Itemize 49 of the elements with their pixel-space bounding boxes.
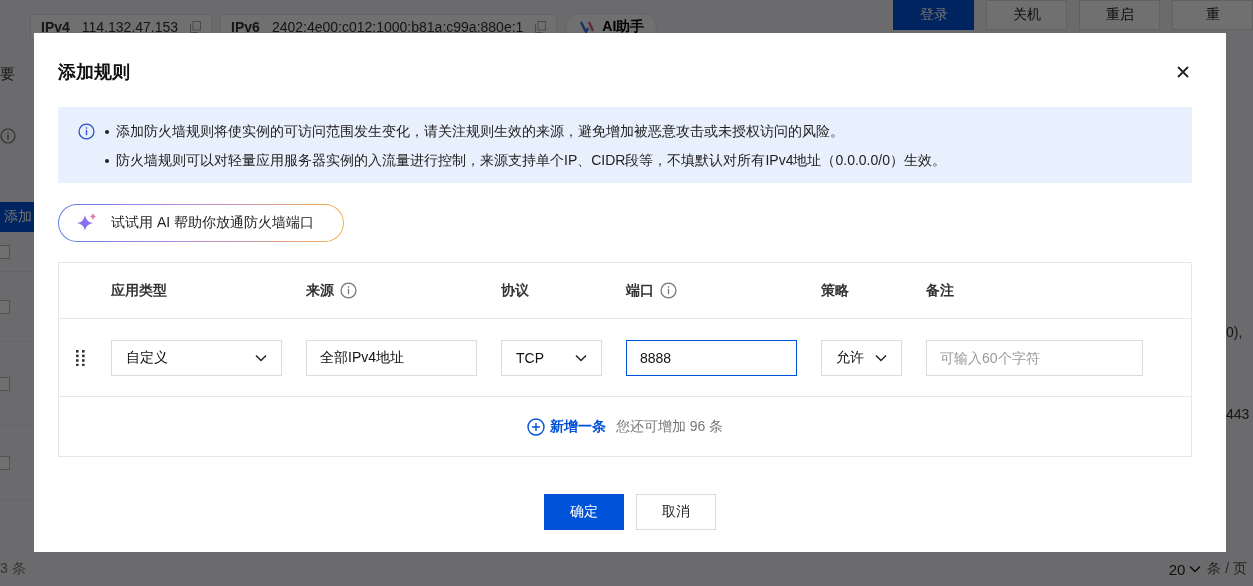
input-field[interactable]: 可输入60个字符 bbox=[926, 339, 1143, 376]
page-size-select[interactable]: 20 bbox=[1168, 560, 1202, 578]
bullet-icon bbox=[105, 158, 109, 163]
nav-tab[interactable]: 要 bbox=[0, 65, 34, 84]
copy-icon[interactable] bbox=[535, 21, 547, 33]
input-field[interactable]: 全部IPv4地址 bbox=[306, 339, 477, 376]
chevron-down-icon bbox=[575, 353, 587, 362]
select-field[interactable]: TCP bbox=[501, 339, 602, 376]
info-icon bbox=[78, 123, 95, 140]
table-cell-text: 0), bbox=[1226, 324, 1244, 340]
column-header: 备注 bbox=[926, 281, 954, 300]
notice-text: 防火墙规则可以对轻量应用服务器实例的入流量进行控制，来源支持单个IP、CIDR段等，不填默认对所有IPv4地址（0.0.0.0/0）生效。 bbox=[116, 151, 946, 170]
add-row-link[interactable]: 新增一条 bbox=[526, 417, 606, 436]
select-field[interactable]: 允许 bbox=[821, 339, 902, 376]
ai-helper-button[interactable]: 试试用 AI 帮助你放通防火墙端口 bbox=[58, 204, 344, 242]
plus-circle-icon bbox=[526, 417, 545, 436]
dialog-title: 添加规则 bbox=[58, 61, 130, 84]
remaining-count: 您还可增加 96 条 bbox=[615, 417, 724, 436]
confirm-button[interactable]: 确定 bbox=[544, 494, 624, 530]
address-label: IPv6 bbox=[231, 19, 260, 35]
address-label: IPv4 bbox=[41, 19, 70, 35]
column-header: 来源 bbox=[306, 281, 334, 300]
info-icon bbox=[0, 128, 16, 144]
address-value: 114.132.47.153 bbox=[81, 19, 179, 35]
address-value: 2402:4e00:c012:1000:b81a:c99a:880e:1 bbox=[271, 19, 524, 35]
action-button[interactable]: 重启 bbox=[1079, 0, 1160, 30]
column-header: 端口 bbox=[626, 281, 654, 300]
row-checkbox[interactable] bbox=[0, 244, 10, 259]
select-field[interactable]: 自定义 bbox=[111, 339, 282, 376]
row-checkbox[interactable] bbox=[0, 455, 10, 470]
row-checkbox[interactable] bbox=[0, 376, 10, 391]
chevron-down-icon bbox=[875, 353, 887, 362]
action-button[interactable]: 重 bbox=[1172, 0, 1253, 30]
notice-text: 添加防火墙规则将使实例的可访问范围发生变化，请关注规则生效的来源，避免增加被恶意攻击或未授权访问的风险。 bbox=[116, 122, 844, 141]
table-cell-text: 443 bbox=[1226, 406, 1251, 422]
row-checkbox[interactable] bbox=[0, 299, 10, 314]
action-button[interactable]: 关机 bbox=[986, 0, 1067, 30]
page-unit: 条 / 页 bbox=[1207, 560, 1247, 578]
close-button[interactable] bbox=[1176, 65, 1190, 79]
bullet-icon bbox=[105, 129, 109, 134]
column-header: 协议 bbox=[501, 281, 529, 300]
input-field[interactable]: 8888 bbox=[626, 339, 797, 376]
drag-handle-icon[interactable] bbox=[76, 349, 86, 366]
column-header: 策略 bbox=[821, 281, 849, 300]
chevron-down-icon bbox=[255, 353, 267, 362]
cancel-button[interactable]: 取消 bbox=[636, 494, 716, 530]
column-header: 应用类型 bbox=[111, 281, 167, 300]
chevron-down-icon bbox=[1189, 565, 1202, 573]
copy-icon[interactable] bbox=[190, 21, 202, 33]
